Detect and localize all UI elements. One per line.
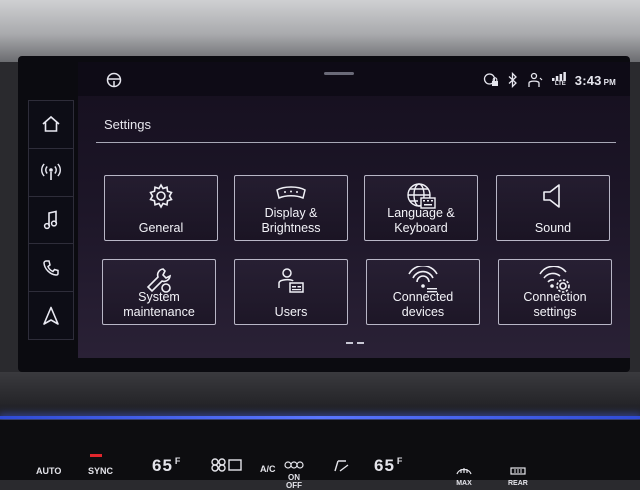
defrost-icon: [456, 468, 472, 475]
main-screen: LTE 3:43 PM Settings General Display & Br…: [78, 62, 630, 358]
radio-antenna-icon: [41, 163, 61, 181]
temp-right-unit: F: [396, 456, 404, 466]
sidebar-item-media[interactable]: [29, 149, 73, 197]
tile-label: Language & Keyboard: [387, 206, 455, 235]
title-divider: [96, 142, 616, 143]
bluetooth-icon: [508, 72, 517, 88]
temp-left-unit: F: [174, 456, 182, 466]
drawer-handle[interactable]: [324, 72, 354, 75]
lte-signal-indicator: LTE: [551, 72, 566, 88]
tile-system-maintenance[interactable]: System maintenance: [102, 259, 216, 325]
ac-onoff[interactable]: ON OFF: [284, 456, 304, 490]
max-defrost-button[interactable]: MAX: [456, 462, 472, 488]
sync-indicator-led: [90, 454, 102, 457]
speaker-icon: [543, 184, 560, 208]
clock-ampm: PM: [603, 77, 616, 87]
max-label: MAX: [456, 480, 472, 487]
tile-label: General: [138, 221, 184, 235]
tile-label: Connection settings: [523, 290, 587, 319]
music-note-icon: [43, 210, 58, 230]
fan-icon: [211, 458, 242, 472]
ambient-light-strip: [0, 416, 640, 419]
sync-button[interactable]: SYNC: [88, 466, 113, 476]
dashboard-trim-top: [0, 0, 640, 62]
tile-label: Users: [274, 305, 308, 319]
status-bar: LTE 3:43 PM: [78, 62, 630, 96]
tile-label: Sound: [534, 221, 572, 235]
ac-button[interactable]: A/C: [260, 464, 276, 474]
temp-left-value: 65: [152, 456, 173, 475]
tile-connection-settings[interactable]: Connection settings: [498, 259, 612, 325]
tile-general[interactable]: General: [104, 175, 218, 241]
page-indicator: [346, 342, 364, 344]
climate-panel: AUTO SYNC 65 F A/C ON OFF 65 F MAX REAR: [0, 420, 640, 490]
tile-sound[interactable]: Sound: [496, 175, 610, 241]
page-dot: [346, 342, 353, 344]
page-title: Settings: [104, 117, 151, 132]
display-icon: [276, 186, 306, 200]
tile-display-brightness[interactable]: Display & Brightness: [234, 175, 348, 241]
tile-users[interactable]: Users: [234, 259, 348, 325]
phone-icon: [43, 260, 59, 276]
car-menu-button[interactable]: [106, 72, 122, 93]
rear-defrost-icon: [510, 467, 526, 475]
ac-on-label: ON: [288, 473, 300, 482]
home-icon: [42, 116, 60, 133]
gear-icon: [149, 183, 173, 209]
seat-airflow-icon: [334, 460, 349, 472]
sidebar-item-navigation[interactable]: [29, 292, 73, 339]
temp-left[interactable]: 65 F: [152, 456, 181, 476]
sidebar-item-music[interactable]: [29, 197, 73, 245]
steering-wheel-icon: [106, 72, 122, 88]
sidebar: [28, 100, 74, 340]
rear-label: REAR: [508, 480, 528, 487]
tile-label: Connected devices: [392, 290, 454, 319]
page-dot: [357, 342, 364, 344]
temp-right-value: 65: [374, 456, 395, 475]
tile-connected-devices[interactable]: Connected devices: [366, 259, 480, 325]
sidebar-item-phone[interactable]: [29, 244, 73, 293]
user-card-icon: [278, 268, 304, 293]
navigation-arrow-icon: [43, 306, 59, 325]
tile-label: System maintenance: [123, 290, 195, 319]
sidebar-item-home[interactable]: [29, 101, 73, 149]
auto-button[interactable]: AUTO: [36, 466, 61, 476]
temp-right[interactable]: 65 F: [374, 456, 403, 476]
rear-defrost-button[interactable]: REAR: [508, 462, 528, 488]
ac-fan-icon: [284, 461, 304, 469]
ac-off-label: OFF: [286, 481, 302, 490]
clock-time: 3:43: [574, 72, 602, 88]
tile-language-keyboard[interactable]: Language & Keyboard: [364, 175, 478, 241]
tile-label: Display & Brightness: [261, 206, 321, 235]
lte-label: LTE: [554, 81, 566, 87]
seat-button[interactable]: [332, 458, 350, 477]
fan-button[interactable]: [210, 458, 244, 477]
dashboard-trim-bottom: [0, 372, 640, 418]
signal-bars-icon: [551, 72, 566, 81]
privacy-lock-icon: [483, 73, 498, 86]
user-profile-icon: [528, 72, 543, 87]
clock: 3:43 PM: [575, 73, 616, 88]
status-icons: LTE 3:43 PM: [483, 70, 616, 90]
